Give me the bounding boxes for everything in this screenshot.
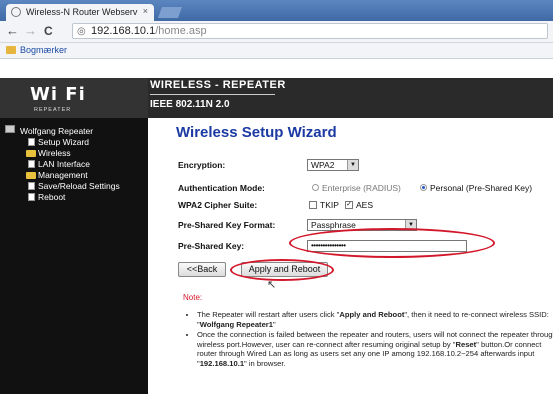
cipher-suite-label: WPA2 Cipher Suite: [178, 200, 258, 210]
auth-personal-radio[interactable] [420, 184, 427, 191]
auth-mode-label: Authentication Mode: [178, 183, 265, 193]
url-text: 192.168.10.1/home.asp [91, 25, 207, 37]
note-title: Note: [183, 293, 203, 302]
note-item: Once the connection is failed between th… [197, 330, 553, 368]
chevron-down-icon: ▼ [347, 160, 358, 170]
encryption-label: Encryption: [178, 160, 226, 170]
bookmark-folder-icon [6, 46, 16, 54]
note-item: The Repeater will restart after users cl… [197, 310, 553, 329]
encryption-select[interactable]: WPA2 ▼ [307, 159, 359, 171]
aes-label: AES [356, 200, 374, 210]
note-emphasis: 192.168.10.1 [199, 358, 245, 368]
page-icon [28, 138, 35, 146]
forward-icon[interactable]: → [24, 24, 37, 38]
note-text: " in browser. [244, 358, 286, 368]
note-emphasis: Wolfgang Repeater1 [199, 319, 273, 329]
computer-icon [5, 125, 15, 133]
page-icon: ◎ [77, 26, 86, 37]
note-emphasis: Apply and Reboot [339, 310, 405, 319]
note-emphasis: Reset [455, 339, 477, 349]
back-button[interactable]: <<Back [178, 262, 226, 277]
page-icon [28, 182, 35, 190]
sidebar-root[interactable]: Wolfgang Repeater [20, 126, 93, 136]
sidebar-item-reboot[interactable]: Reboot [38, 192, 65, 202]
reload-icon[interactable]: C [44, 24, 53, 38]
header-title: WIRELESS - REPEATER [150, 79, 286, 91]
url-host: 192.168.10.1 [91, 25, 156, 37]
header-subtitle: IEEE 802.11N 2.0 [150, 99, 230, 110]
browser-tab[interactable]: Wireless-N Router Webserv × [6, 4, 154, 21]
tab-title: Wireless-N Router Webserv [26, 7, 138, 17]
header-divider [150, 94, 275, 95]
note-text: The Repeater will restart after users cl… [197, 310, 340, 319]
aes-checkbox[interactable]: ✓ [345, 201, 353, 209]
new-tab-button[interactable] [157, 7, 183, 18]
sidebar-item-setup-wizard[interactable]: Setup Wizard [38, 137, 89, 147]
encryption-value: WPA2 [311, 160, 335, 170]
tkip-label: TKIP [320, 200, 339, 210]
psk-format-label: Pre-Shared Key Format: [178, 220, 276, 230]
psk-label: Pre-Shared Key: [178, 241, 245, 251]
wifi-logo: Wi Fi REPEATER [0, 78, 148, 118]
address-bar[interactable]: ◎ 192.168.10.1/home.asp [72, 23, 548, 39]
browser-toolbar: ← → C ◎ 192.168.10.1/home.asp [0, 21, 553, 43]
notes-list: The Repeater will restart after users cl… [187, 310, 553, 370]
page-icon [28, 160, 35, 168]
highlight-ellipse-psk [289, 228, 495, 258]
back-icon[interactable]: ← [6, 24, 19, 38]
folder-icon [26, 150, 36, 157]
auth-enterprise-radio[interactable] [312, 184, 319, 191]
sidebar-item-wireless[interactable]: Wireless [38, 148, 71, 158]
logo-subtitle: REPEATER [34, 107, 72, 113]
browser-tab-strip: Wireless-N Router Webserv × [0, 0, 553, 21]
url-path: /home.asp [155, 25, 207, 37]
highlight-ellipse-apply [230, 259, 334, 281]
sidebar-item-management[interactable]: Management [38, 170, 88, 180]
logo-text: Wi Fi [30, 84, 86, 105]
bookmarks-bar: Bogmærker [0, 43, 553, 59]
page-title: Wireless Setup Wizard [176, 124, 337, 141]
mouse-cursor-icon: ↖ [267, 279, 277, 291]
tkip-checkbox[interactable] [309, 201, 317, 209]
page-icon [28, 193, 35, 201]
folder-icon [26, 172, 36, 179]
sidebar-item-save-reload[interactable]: Save/Reload Settings [38, 181, 120, 191]
note-text: " [272, 319, 276, 329]
auth-enterprise-label: Enterprise (RADIUS) [322, 183, 401, 193]
sidebar-item-lan-interface[interactable]: LAN Interface [38, 159, 90, 169]
bookmarks-folder-label[interactable]: Bogmærker [20, 45, 67, 55]
auth-personal-label: Personal (Pre-Shared Key) [430, 183, 533, 193]
tab-close-icon[interactable]: × [143, 6, 148, 16]
favicon-icon [11, 7, 21, 17]
